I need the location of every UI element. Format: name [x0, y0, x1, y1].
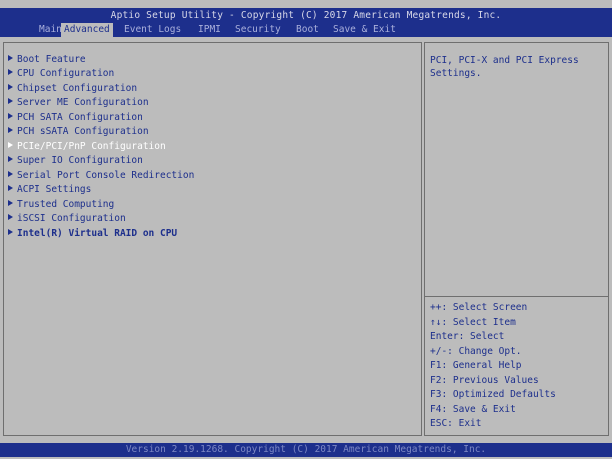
- key-help-save-exit: F4: Save & Exit: [430, 404, 516, 415]
- arrow-right-icon: [8, 69, 13, 75]
- menu-item-iscsi-configuration[interactable]: iSCSI Configuration: [8, 212, 126, 225]
- menu-item-pch-sata-configuration[interactable]: PCH SATA Configuration: [8, 111, 143, 124]
- menu-item-chipset-configuration[interactable]: Chipset Configuration: [8, 82, 137, 95]
- arrow-right-icon: [8, 185, 13, 191]
- arrow-right-icon: [8, 113, 13, 119]
- menu-item-label: PCIe/PCI/PnP Configuration: [17, 141, 166, 152]
- tab-boot[interactable]: Boot: [293, 23, 322, 37]
- arrow-right-icon: [8, 127, 13, 133]
- menu-item-label: Boot Feature: [17, 54, 86, 65]
- arrow-right-icon: [8, 229, 13, 235]
- menu-item-pch-ssata-configuration[interactable]: PCH sSATA Configuration: [8, 125, 149, 138]
- menu-item-label: CPU Configuration: [17, 68, 115, 79]
- menu-item-label: ACPI Settings: [17, 184, 92, 195]
- help-divider: [425, 296, 608, 297]
- footer-version: Version 2.19.1268. Copyright (C) 2017 Am…: [0, 443, 612, 457]
- arrow-right-icon: [8, 55, 13, 61]
- key-help-general-help: F1: General Help: [430, 360, 522, 371]
- tab-event-logs[interactable]: Event Logs: [121, 23, 184, 37]
- main-panel: Boot Feature CPU Configuration Chipset C…: [3, 42, 422, 436]
- menu-item-server-me-configuration[interactable]: Server ME Configuration: [8, 96, 149, 109]
- menu-item-trusted-computing[interactable]: Trusted Computing: [8, 198, 114, 211]
- menu-item-label: Super IO Configuration: [17, 155, 143, 166]
- help-panel: PCI, PCI-X and PCI Express Settings. ++:…: [424, 42, 609, 436]
- arrow-right-icon: [8, 171, 13, 177]
- menu-item-label: Chipset Configuration: [17, 83, 138, 94]
- menu-item-label: Serial Port Console Redirection: [17, 170, 195, 181]
- menu-item-label: iSCSI Configuration: [17, 213, 126, 224]
- menu-item-label: Intel(R) Virtual RAID on CPU: [17, 228, 178, 239]
- key-help-esc-exit: ESC: Exit: [430, 418, 482, 429]
- tab-ipmi[interactable]: IPMI: [195, 23, 224, 37]
- arrow-right-icon: [8, 200, 13, 206]
- menu-item-super-io-configuration[interactable]: Super IO Configuration: [8, 154, 143, 167]
- menu-item-pcie-pci-pnp-configuration[interactable]: PCIe/PCI/PnP Configuration: [8, 140, 166, 153]
- arrow-right-icon: [8, 156, 13, 162]
- menu-item-label: Trusted Computing: [17, 199, 115, 210]
- arrow-right-icon: [8, 214, 13, 220]
- tab-advanced[interactable]: Advanced: [61, 23, 113, 37]
- menu-item-label: PCH SATA Configuration: [17, 112, 143, 123]
- help-description: PCI, PCI-X and PCI Express Settings.: [430, 55, 579, 79]
- tab-bar: Main Advanced Event Logs IPMI Security B…: [0, 23, 612, 37]
- menu-item-intel-virtual-raid-on-cpu[interactable]: Intel(R) Virtual RAID on CPU: [8, 227, 177, 240]
- menu-item-serial-port-console-redirection[interactable]: Serial Port Console Redirection: [8, 169, 194, 182]
- key-help-select-screen: ++: Select Screen: [430, 302, 528, 313]
- key-help-previous-values: F2: Previous Values: [430, 375, 539, 386]
- tab-save-exit[interactable]: Save & Exit: [330, 23, 399, 37]
- key-help-enter-select: Enter: Select: [430, 331, 505, 342]
- title-bar: Aptio Setup Utility - Copyright (C) 2017…: [0, 8, 612, 23]
- tab-security[interactable]: Security: [232, 23, 284, 37]
- arrow-right-icon: [8, 84, 13, 90]
- arrow-right-icon: [8, 98, 13, 104]
- menu-item-label: Server ME Configuration: [17, 97, 149, 108]
- menu-item-acpi-settings[interactable]: ACPI Settings: [8, 183, 91, 196]
- key-help-optimized-defaults: F3: Optimized Defaults: [430, 389, 556, 400]
- menu-item-label: PCH sSATA Configuration: [17, 126, 149, 137]
- menu-item-cpu-configuration[interactable]: CPU Configuration: [8, 67, 114, 80]
- arrow-right-icon: [8, 142, 13, 148]
- menu-item-boot-feature[interactable]: Boot Feature: [8, 53, 86, 66]
- key-help-select-item: ↑↓: Select Item: [430, 317, 516, 328]
- bios-screen: Aptio Setup Utility - Copyright (C) 2017…: [0, 0, 612, 459]
- key-help-change-opt: +/-: Change Opt.: [430, 346, 522, 357]
